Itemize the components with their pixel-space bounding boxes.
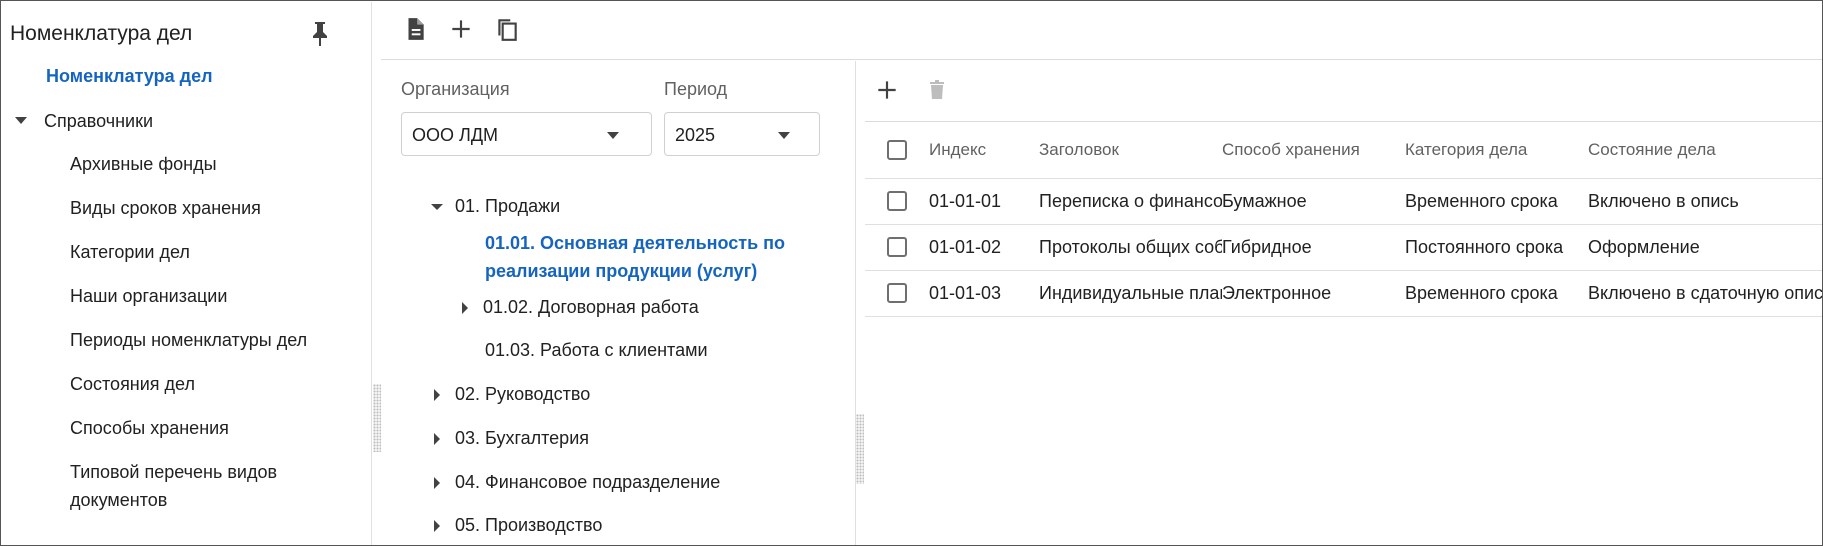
top-toolbar (381, 2, 1822, 60)
add-row-button[interactable] (871, 74, 903, 106)
tree-node-contract-work[interactable]: 01.02. Договорная работа (457, 297, 699, 318)
sidebar-title: Номенклатура дел (10, 22, 193, 45)
organization-value: ООО ЛДМ (412, 125, 499, 145)
tree-node-sales[interactable]: 01. Продажи (429, 196, 560, 217)
cell-index: 01-01-03 (929, 270, 1039, 317)
plus-icon (452, 20, 470, 38)
sidebar-item-storage-terms[interactable]: Виды сроков хранения (70, 194, 360, 238)
cell-state: Включено в опись (1588, 178, 1822, 225)
app-window: Номенклатура дел Номенклатура дел Справо… (0, 0, 1823, 546)
sidebar-item-archive-funds[interactable]: Архивные фонды (70, 150, 360, 194)
column-header-state[interactable]: Состояние дела (1588, 122, 1822, 179)
dropdown-arrow-icon (607, 132, 619, 139)
table-row[interactable]: 01-01-03 Индивидуальные планы Электронно… (865, 270, 1822, 317)
sidebar-group-directories[interactable]: Справочники (12, 109, 153, 133)
row-checkbox[interactable] (887, 283, 907, 303)
table-row[interactable]: 01-01-02 Протоколы общих собраний Гибрид… (865, 224, 1822, 271)
tree-resize-handle[interactable] (856, 414, 864, 484)
sidebar-group-label: Справочники (44, 110, 154, 131)
row-checkbox[interactable] (887, 237, 907, 257)
pin-icon[interactable] (308, 20, 332, 48)
caret-right-icon (434, 476, 440, 489)
organization-label: Организация (401, 79, 510, 99)
copy-icon (498, 19, 517, 41)
cell-storage-method: Гибридное (1222, 224, 1405, 271)
cell-storage-method: Бумажное (1222, 178, 1405, 225)
tree-node-production[interactable]: 05. Производство (429, 515, 602, 536)
period-label: Период (664, 79, 728, 99)
plus-icon (878, 81, 896, 99)
table-row[interactable]: 01-01-01 Переписка о финансовых Бумажное… (865, 178, 1822, 225)
period-value: 2025 (675, 125, 716, 145)
cell-category: Временного срока (1405, 270, 1588, 317)
table-header-row: Индекс Заголовок Способ хранения Категор… (865, 122, 1822, 179)
cases-table: Индекс Заголовок Способ хранения Категор… (865, 122, 1822, 317)
caret-down-icon (15, 117, 27, 124)
caret-down-icon (431, 203, 443, 210)
tree-node-main-activity[interactable]: 01.01. Основная деятельность по реализац… (485, 229, 795, 285)
organization-select[interactable]: ООО ЛДМ (401, 112, 652, 156)
caret-right-icon (434, 388, 440, 401)
delete-row-button[interactable] (921, 74, 953, 106)
tree-node-accounting[interactable]: 03. Бухгалтерия (429, 428, 589, 449)
cell-index: 01-01-02 (929, 224, 1039, 271)
column-header-category[interactable]: Категория дела (1405, 122, 1588, 179)
sidebar-item-document-types[interactable]: Типовой перечень видов документов (70, 458, 360, 518)
sidebar-item-case-states[interactable]: Состояния дел (70, 370, 360, 414)
cell-category: Постоянного срока (1405, 224, 1588, 271)
column-header-storage-method[interactable]: Способ хранения (1222, 122, 1405, 179)
tree-node-clients[interactable]: 01.03. Работа с клиентами (485, 340, 708, 361)
row-checkbox[interactable] (887, 191, 907, 211)
tree-node-finance[interactable]: 04. Финансовое подразделение (429, 472, 720, 493)
sidebar-item-organizations[interactable]: Наши организации (70, 282, 360, 326)
column-header-index[interactable]: Индекс (929, 122, 1039, 179)
document-icon (408, 18, 424, 40)
cell-state: Включено в сдаточную опись (1588, 270, 1822, 317)
column-header-title[interactable]: Заголовок (1039, 122, 1222, 179)
sidebar-item-nomenclature[interactable]: Номенклатура дел (46, 66, 213, 87)
cell-state: Оформление (1588, 224, 1822, 271)
tree-node-management[interactable]: 02. Руководство (429, 384, 590, 405)
select-all-checkbox[interactable] (887, 139, 907, 160)
cell-storage-method: Электронное (1222, 270, 1405, 317)
document-button[interactable] (399, 13, 431, 45)
sidebar-item-storage-methods[interactable]: Способы хранения (70, 414, 360, 458)
cell-category: Временного срока (1405, 178, 1588, 225)
cell-index: 01-01-01 (929, 178, 1039, 225)
select-all-cell (865, 122, 929, 179)
cell-title: Протоколы общих собраний (1039, 224, 1222, 271)
tree-panel: Организация ООО ЛДМ Период 2025 01. Прод… (381, 61, 856, 545)
sidebar-item-periods[interactable]: Периоды номенклатуры дел (70, 326, 360, 370)
caret-right-icon (434, 432, 440, 445)
sidebar: Номенклатура дел Номенклатура дел Справо… (2, 2, 372, 545)
copy-button[interactable] (491, 13, 523, 45)
sidebar-item-case-categories[interactable]: Категории дел (70, 238, 360, 282)
caret-right-icon (462, 301, 468, 314)
sidebar-items: Архивные фонды Виды сроков хранения Кате… (70, 150, 360, 518)
sidebar-resize-handle[interactable] (373, 384, 381, 452)
caret-right-icon (434, 519, 440, 532)
trash-icon (930, 80, 944, 99)
grid-panel: Индекс Заголовок Способ хранения Категор… (865, 61, 1822, 545)
cell-title: Переписка о финансовых (1039, 178, 1222, 225)
cell-title: Индивидуальные планы (1039, 270, 1222, 317)
period-select[interactable]: 2025 (664, 112, 820, 156)
cases-grid: Индекс Заголовок Способ хранения Категор… (865, 121, 1822, 545)
dropdown-arrow-icon (778, 132, 790, 139)
add-button[interactable] (445, 13, 477, 45)
